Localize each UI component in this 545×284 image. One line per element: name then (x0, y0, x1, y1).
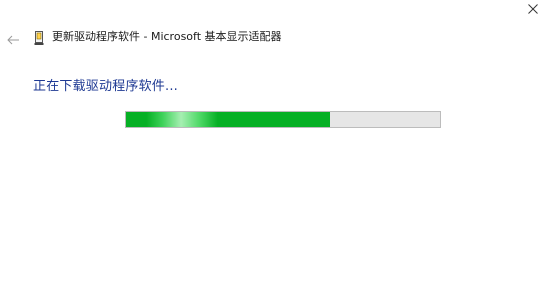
dialog-header: 更新驱动程序软件 - Microsoft 基本显示适配器 (0, 26, 545, 56)
back-arrow-icon (7, 35, 19, 45)
status-text: 正在下载驱动程序软件... (33, 79, 178, 94)
window-title: 更新驱动程序软件 - Microsoft 基本显示适配器 (52, 30, 282, 43)
close-icon (528, 4, 538, 14)
device-driver-icon (34, 30, 44, 46)
back-button[interactable] (6, 32, 20, 46)
progress-fill (126, 112, 331, 127)
download-progress-bar (125, 111, 441, 128)
driver-update-dialog: 更新驱动程序软件 - Microsoft 基本显示适配器 正在下载驱动程序软件.… (0, 0, 545, 284)
close-button[interactable] (520, 0, 545, 20)
